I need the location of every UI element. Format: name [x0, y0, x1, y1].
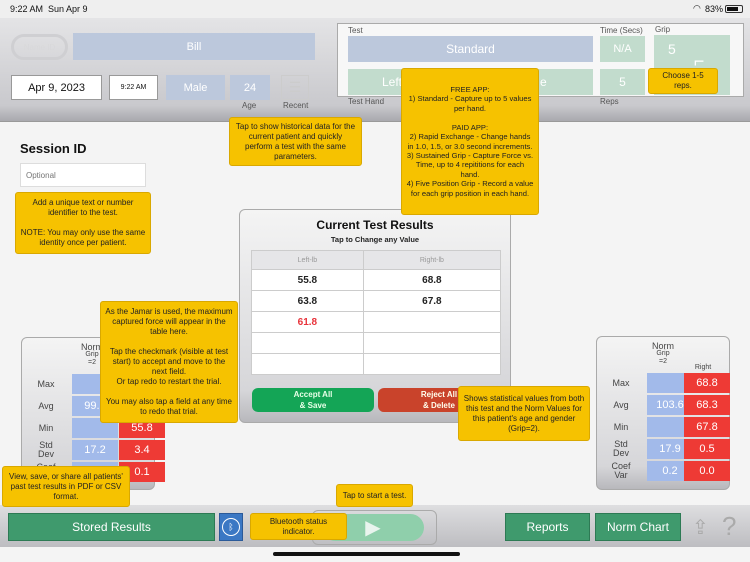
- bottom-toolbar: Stored Results ᛒ ▶ Reports Norm Chart ⇪ …: [0, 505, 750, 547]
- grip-header: Grip =2: [656, 350, 670, 365]
- stat-label: Avg: [38, 401, 54, 411]
- stat-label: Avg: [613, 400, 629, 410]
- result-cell[interactable]: [362, 353, 502, 375]
- stat-label: Std Dev: [37, 440, 54, 459]
- status-time: 9:22 AM: [10, 4, 44, 14]
- grip-label: Grip: [655, 25, 671, 34]
- result-cell-pending[interactable]: 61.8: [251, 311, 364, 333]
- tooltip-bluetooth: Bluetooth status indicator.: [250, 513, 347, 540]
- result-cell[interactable]: [251, 353, 364, 375]
- recent-label: Recent: [283, 101, 309, 110]
- bluetooth-icon: ᛒ: [222, 518, 240, 536]
- time-secs-field[interactable]: N/A: [600, 36, 645, 62]
- tooltip-reps: Choose 1-5 reps.: [648, 68, 718, 94]
- tooltip-jamar: As the Jamar is used, the maximum captur…: [100, 301, 238, 423]
- table-row: [251, 332, 502, 354]
- name-id-label: Name ID: [23, 42, 56, 52]
- hand-right[interactable]: e: [540, 75, 547, 89]
- results-title: Current Test Results: [316, 218, 434, 232]
- results-subtitle: Tap to Change any Value: [330, 235, 420, 244]
- result-cell[interactable]: 67.8: [362, 290, 502, 312]
- tooltip-test-types: FREE APP: 1) Standard - Capture up to 5 …: [401, 68, 539, 215]
- battery-icon: [725, 5, 743, 13]
- patient-name-field[interactable]: Bill: [73, 33, 315, 60]
- test-label: Test: [348, 26, 363, 35]
- name-id-toggle[interactable]: Name ID: [11, 34, 68, 60]
- reports-button[interactable]: Reports: [505, 513, 590, 541]
- result-cell[interactable]: [362, 332, 502, 354]
- battery-percent: 83%: [705, 4, 724, 14]
- result-cell[interactable]: 68.8: [362, 269, 502, 291]
- norm-chart-button[interactable]: Norm Chart: [595, 513, 681, 541]
- test-type-value: Standard: [446, 42, 495, 56]
- export-icon[interactable]: ⇪: [692, 515, 714, 541]
- table-row: 61.8: [251, 311, 502, 333]
- reps-field[interactable]: 5: [600, 69, 645, 95]
- result-cell[interactable]: [251, 332, 364, 354]
- test-type-select[interactable]: Standard: [348, 36, 593, 62]
- stat-label: Min: [613, 422, 629, 432]
- status-bar: 9:22 AM Sun Apr 9 ◠ 83%: [0, 0, 750, 18]
- tooltip-start-test: Tap to start a test.: [336, 484, 413, 507]
- stat-label: Min: [38, 423, 54, 433]
- session-id-title: Session ID: [20, 141, 87, 156]
- result-cell[interactable]: 55.8: [251, 269, 364, 291]
- stored-results-button[interactable]: Stored Results: [8, 513, 215, 541]
- result-cell[interactable]: [362, 311, 502, 333]
- time-secs-value: N/A: [613, 43, 632, 55]
- stat-label: Max: [612, 378, 630, 388]
- test-stat-cell: 68.3: [684, 395, 730, 415]
- table-row: 63.8 67.8: [251, 290, 502, 312]
- test-stat-cell: 0.5: [684, 439, 730, 459]
- time-secs-label: Time (Secs): [600, 26, 643, 35]
- stat-label: Std Dev: [612, 439, 629, 458]
- grip-value: 5: [668, 41, 676, 57]
- tooltip-recent: Tap to show historical data for the curr…: [229, 117, 362, 166]
- patient-name: Bill: [186, 40, 202, 53]
- table-row: 55.8 68.8: [251, 269, 502, 291]
- wifi-icon: ◠: [693, 3, 701, 13]
- column-header-left: Left-lb: [251, 250, 364, 270]
- tooltip-stats: Shows statistical values from both this …: [458, 386, 590, 441]
- help-button[interactable]: ?: [722, 511, 736, 542]
- right-header: Right: [694, 364, 712, 371]
- hand-left[interactable]: Left: [382, 75, 402, 89]
- recent-button[interactable]: ☰: [281, 75, 309, 100]
- gender-field[interactable]: Male: [166, 75, 225, 100]
- list-icon: ☰: [288, 79, 302, 95]
- test-stat-cell: 3.4: [119, 440, 165, 460]
- play-icon: ▶: [365, 517, 381, 539]
- age-label: Age: [242, 101, 257, 110]
- status-date: Sun Apr 9: [48, 4, 88, 14]
- test-hand-label: Test Hand: [348, 97, 385, 106]
- date-value: Apr 9, 2023: [28, 81, 85, 94]
- home-indicator: [273, 552, 460, 556]
- table-row: [251, 353, 502, 375]
- test-stat-cell: 0.0: [684, 461, 730, 481]
- stat-label: Max: [37, 379, 55, 389]
- patient-header: Name ID Bill Apr 9, 2023 9:22 AM Male 24…: [0, 18, 750, 122]
- age-field[interactable]: 24: [230, 75, 270, 100]
- test-stat-cell: 68.8: [684, 373, 730, 393]
- bluetooth-status[interactable]: ᛒ: [219, 513, 243, 541]
- date-field[interactable]: Apr 9, 2023: [11, 75, 102, 100]
- result-cell[interactable]: 63.8: [251, 290, 364, 312]
- results-table: Left-lb Right-lb 55.8 68.8 63.8 67.8 61.8: [251, 250, 502, 375]
- tooltip-session: Add a unique text or number identifier t…: [15, 192, 151, 254]
- accept-all-button[interactable]: Accept All & Save: [252, 388, 374, 412]
- tooltip-stored-results: View, save, or share all patients' past …: [2, 466, 130, 507]
- reps-value: 5: [619, 75, 626, 89]
- stat-label: Coef Var: [611, 461, 631, 480]
- right-stats-panel: Norm Grip =2 Right Max 68.8 Avg 103.6 68.3 Mi…: [596, 336, 730, 490]
- time-value: 9:22 AM: [120, 84, 147, 91]
- session-id-input[interactable]: [20, 163, 146, 187]
- norm-stat-cell: 17.2: [72, 440, 118, 460]
- test-stat-cell: 67.8: [684, 417, 730, 437]
- time-field[interactable]: 9:22 AM: [109, 75, 158, 100]
- reps-label: Reps: [600, 97, 619, 106]
- gender-value: Male: [183, 81, 208, 94]
- column-header-right: Right-lb: [362, 250, 502, 270]
- age-value: 24: [243, 81, 257, 94]
